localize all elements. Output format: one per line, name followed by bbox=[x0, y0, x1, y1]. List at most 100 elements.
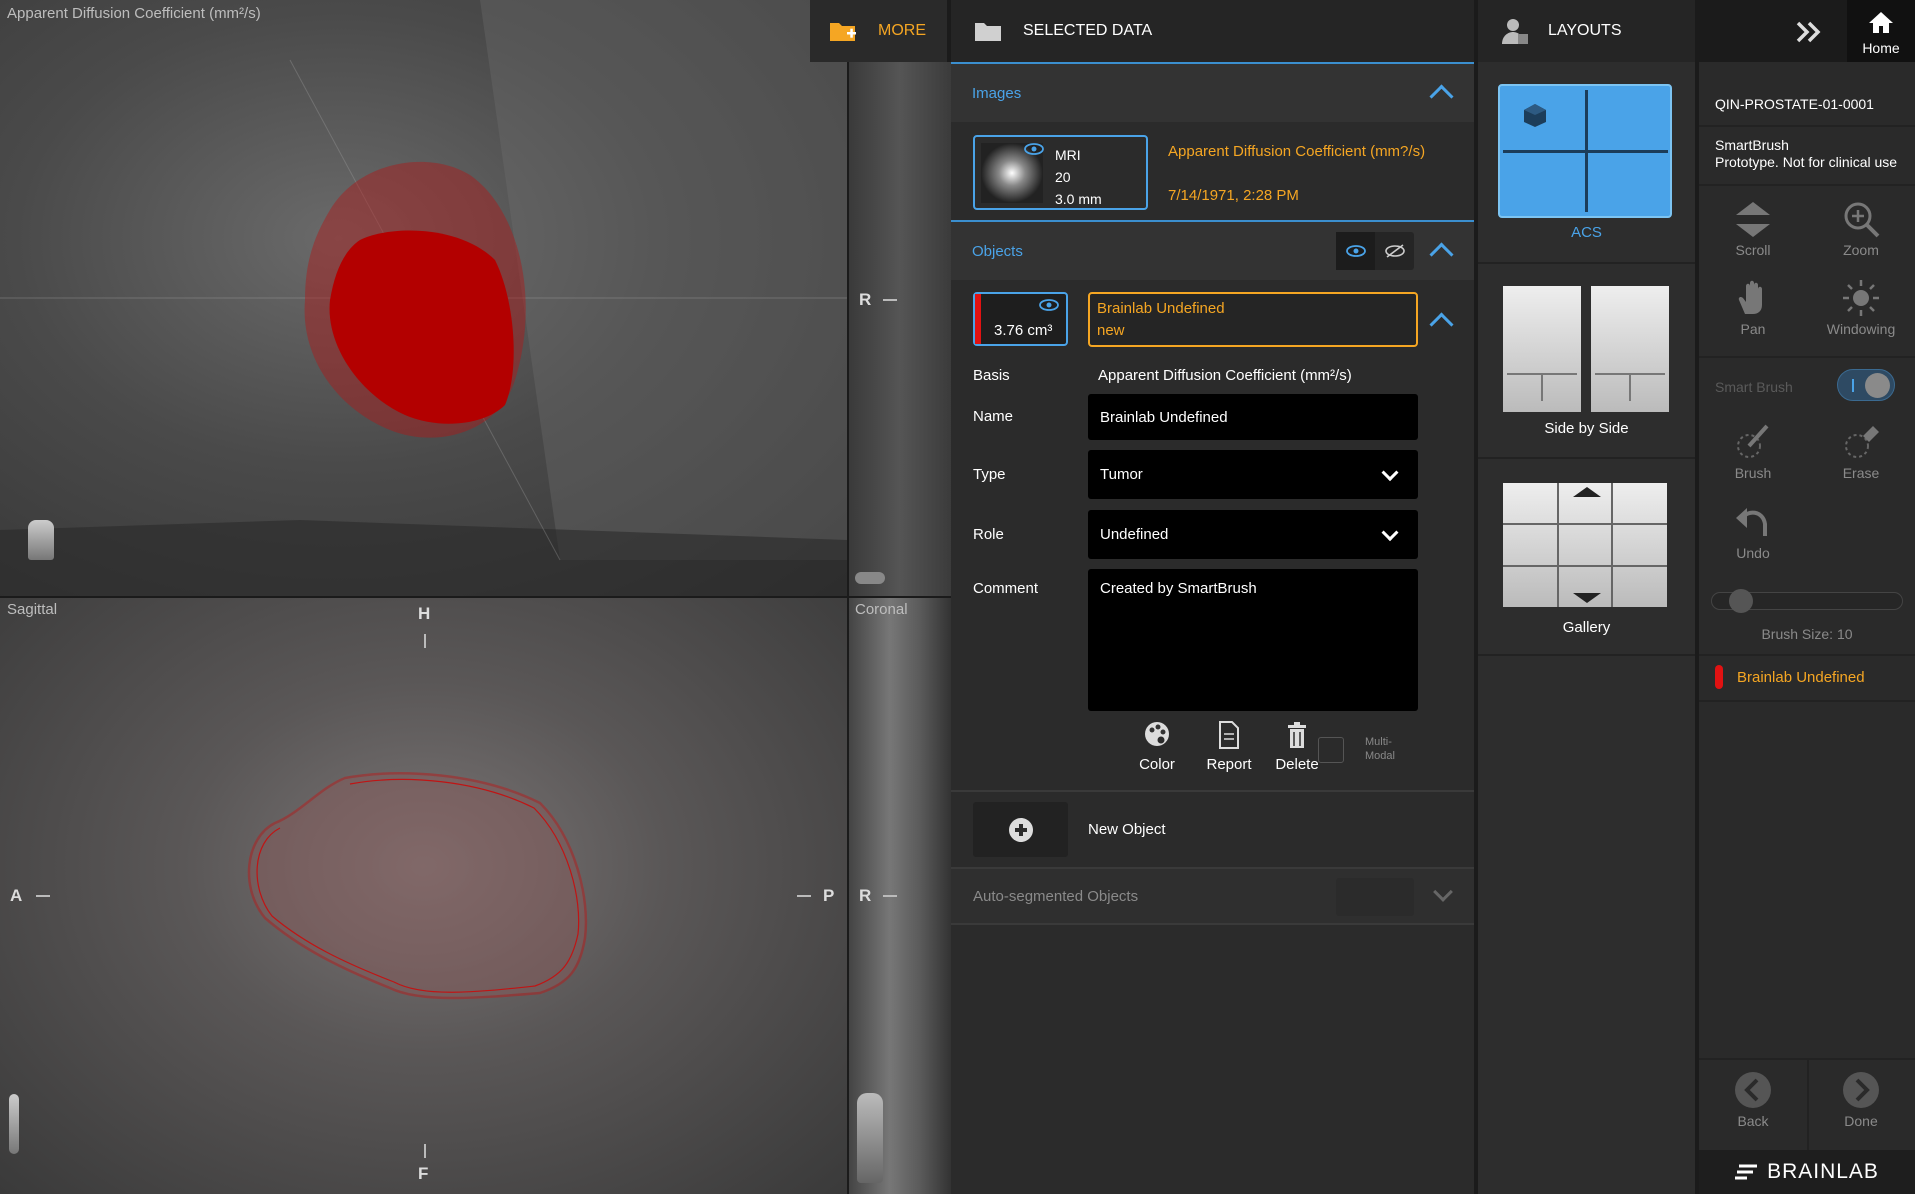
object-volume: 3.76 cm³ bbox=[994, 322, 1053, 339]
scroll-up-arrow-icon[interactable] bbox=[1573, 487, 1601, 497]
objects-section-header[interactable]: Objects bbox=[951, 220, 1474, 280]
coronal-view[interactable]: Coronal R bbox=[849, 598, 951, 1194]
layout-side-by-side-label: Side by Side bbox=[1544, 420, 1629, 437]
3d-view[interactable]: Apparent Diffusion Coefficient (mm²/s) bbox=[0, 0, 847, 596]
orientation-figure-icon bbox=[28, 520, 54, 560]
orientation-figure-icon bbox=[855, 572, 885, 584]
eye-icon[interactable] bbox=[1039, 299, 1059, 311]
type-label: Type bbox=[973, 466, 1006, 483]
auto-segmented-visibility-toggle bbox=[1336, 878, 1414, 916]
orientation-label-h: H bbox=[418, 604, 431, 623]
layout-gallery-preview bbox=[1503, 483, 1667, 607]
new-object-label[interactable]: New Object bbox=[1088, 821, 1166, 838]
user-layout-icon bbox=[1502, 19, 1528, 44]
home-button[interactable]: Home bbox=[1847, 0, 1915, 62]
coronal-label: Coronal bbox=[855, 601, 908, 618]
zoom-label: Zoom bbox=[1843, 242, 1879, 258]
chevron-up-icon[interactable] bbox=[1429, 312, 1454, 337]
scroll-down-arrow-icon[interactable] bbox=[1573, 593, 1601, 603]
patient-id: QIN-PROSTATE-01-0001 bbox=[1715, 96, 1874, 112]
folder-icon bbox=[975, 23, 1001, 41]
folder-add-icon bbox=[830, 23, 856, 41]
brush-label: Brush bbox=[1734, 465, 1772, 481]
undo-icon bbox=[1736, 508, 1767, 536]
chevron-down-icon bbox=[1381, 523, 1399, 541]
chevron-down-icon bbox=[1381, 463, 1399, 481]
orientation-label-f: F bbox=[418, 1164, 429, 1183]
brush-size-slider[interactable] bbox=[1711, 589, 1903, 613]
images-section-label: Images bbox=[972, 84, 1022, 102]
orientation-figure-icon bbox=[9, 1094, 19, 1154]
chevron-up-icon[interactable] bbox=[1429, 242, 1454, 267]
object-volume-card[interactable]: 3.76 cm³ bbox=[973, 292, 1068, 346]
app-name: SmartBrush bbox=[1715, 137, 1789, 153]
image-date: 7/14/1971, 2:28 PM bbox=[1168, 187, 1299, 204]
erase-label: Erase bbox=[1842, 465, 1880, 481]
sagittal-view[interactable]: Sagittal H F A P bbox=[0, 598, 847, 1194]
app-note: Prototype. Not for clinical use bbox=[1715, 154, 1898, 170]
active-object-color bbox=[1715, 665, 1723, 689]
basis-label: Basis bbox=[973, 367, 1010, 384]
images-section-header[interactable]: Images bbox=[951, 62, 1474, 122]
brush-size-slider-handle[interactable] bbox=[1729, 589, 1753, 613]
add-object-icon bbox=[1008, 817, 1033, 842]
object-name-card[interactable]: Brainlab Undefined new bbox=[1088, 292, 1418, 347]
object-name-title: Brainlab Undefined bbox=[1097, 300, 1225, 317]
panel-title: SELECTED DATA bbox=[1023, 22, 1153, 39]
eraser-icon bbox=[1845, 426, 1879, 458]
eye-icon[interactable] bbox=[1024, 143, 1044, 155]
layout-acs-preview bbox=[1498, 84, 1672, 218]
done-button[interactable]: Done bbox=[1807, 1070, 1915, 1148]
object-color-swatch bbox=[975, 294, 981, 344]
windowing-tool[interactable]: Windowing bbox=[1807, 278, 1915, 337]
brush-icon bbox=[1737, 424, 1769, 458]
multimodal-checkbox[interactable] bbox=[1318, 737, 1344, 763]
layouts-title: LAYOUTS bbox=[1548, 22, 1622, 39]
collapse-panel-icon[interactable] bbox=[1795, 20, 1825, 44]
layout-side-by-side[interactable]: Side by Side bbox=[1478, 264, 1695, 459]
brush-tool[interactable]: Brush bbox=[1699, 422, 1807, 481]
erase-tool[interactable]: Erase bbox=[1807, 422, 1915, 481]
layout-side-by-side-preview-left bbox=[1503, 286, 1581, 412]
role-value: Undefined bbox=[1100, 526, 1169, 543]
name-input[interactable]: Brainlab Undefined bbox=[1088, 394, 1418, 440]
color-label: Color bbox=[1139, 756, 1175, 773]
panel-header: SELECTED DATA bbox=[951, 0, 1474, 62]
chevron-down-icon[interactable] bbox=[1433, 882, 1453, 902]
comment-textarea[interactable]: Created by SmartBrush bbox=[1088, 569, 1418, 711]
comment-label: Comment bbox=[973, 580, 1039, 597]
undo-tool[interactable]: Undo bbox=[1699, 502, 1807, 561]
axial-strip-view[interactable]: R bbox=[849, 62, 951, 596]
layout-gallery[interactable]: Gallery bbox=[1478, 459, 1695, 656]
scroll-tool[interactable]: Scroll bbox=[1699, 199, 1807, 258]
hide-all-eye-icon[interactable] bbox=[1375, 232, 1414, 270]
layout-acs[interactable]: ACS bbox=[1478, 62, 1695, 264]
sagittal-render bbox=[247, 772, 588, 1000]
auto-segmented-section[interactable]: Auto-segmented Objects bbox=[951, 867, 1474, 925]
back-button[interactable]: Back bbox=[1699, 1070, 1807, 1148]
zoom-tool[interactable]: Zoom bbox=[1807, 199, 1915, 258]
orientation-label-r: R bbox=[859, 886, 872, 905]
show-all-eye-icon[interactable] bbox=[1336, 232, 1375, 270]
new-object-button[interactable] bbox=[973, 802, 1068, 857]
done-label: Done bbox=[1844, 1113, 1878, 1129]
more-button[interactable]: MORE bbox=[810, 0, 947, 62]
chevron-up-icon[interactable] bbox=[1429, 84, 1454, 109]
view-title: Apparent Diffusion Coefficient (mm²/s) bbox=[7, 5, 261, 22]
image-count: 20 bbox=[1055, 169, 1071, 185]
role-label: Role bbox=[973, 526, 1004, 543]
orientation-figure-icon bbox=[857, 1093, 883, 1183]
brand-name: BRAINLAB bbox=[1767, 1160, 1879, 1183]
type-dropdown[interactable]: Tumor bbox=[1088, 450, 1418, 499]
selected-data-panel: SELECTED DATA Images MRI 20 3.0 mm Appar… bbox=[951, 0, 1474, 1194]
back-arrow-icon bbox=[1735, 1072, 1771, 1108]
color-button[interactable]: Color bbox=[1122, 720, 1192, 773]
report-button[interactable]: Report bbox=[1194, 720, 1264, 773]
image-series-card[interactable]: MRI 20 3.0 mm bbox=[973, 135, 1148, 210]
orientation-label-a: A bbox=[10, 886, 23, 905]
active-object-name[interactable]: Brainlab Undefined bbox=[1737, 669, 1865, 686]
role-dropdown[interactable]: Undefined bbox=[1088, 510, 1418, 559]
smart-brush-toggle[interactable] bbox=[1837, 369, 1895, 401]
document-icon bbox=[1219, 721, 1239, 749]
pan-tool[interactable]: Pan bbox=[1699, 278, 1807, 337]
